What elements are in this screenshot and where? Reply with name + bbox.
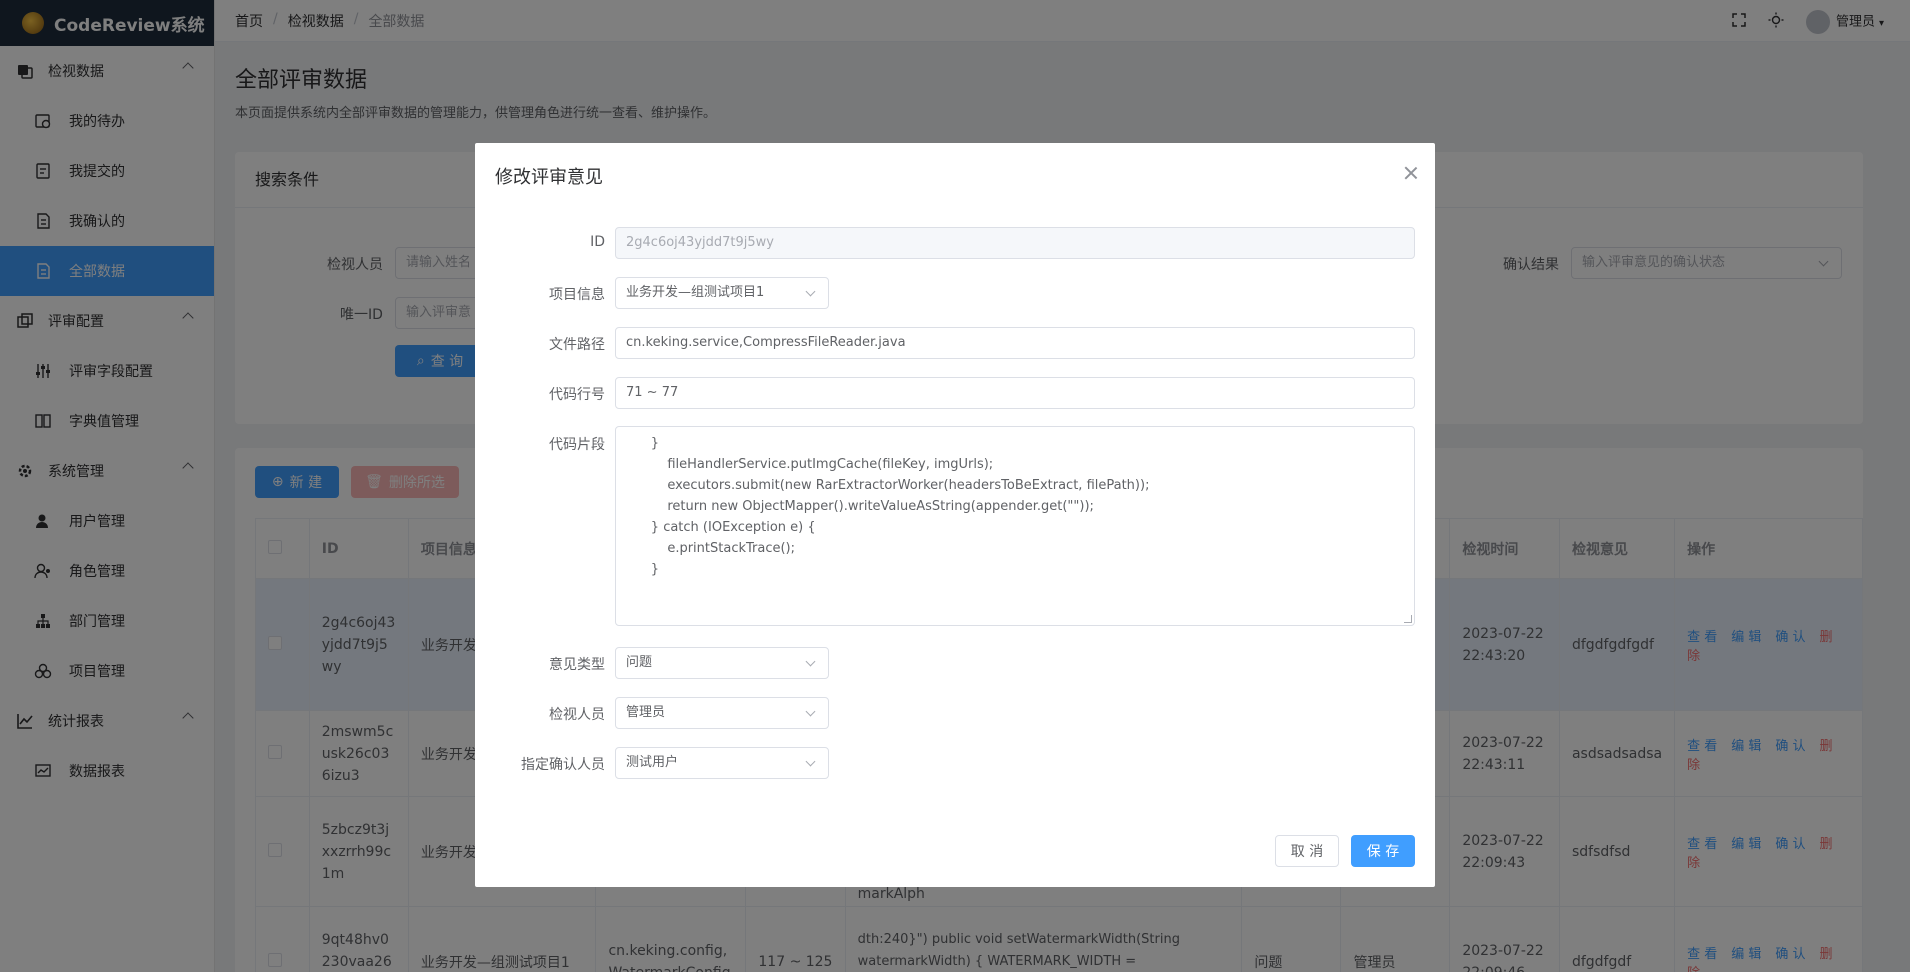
cancel-button[interactable]: 取 消 xyxy=(1275,835,1339,867)
code-snippet-label: 代码片段 xyxy=(549,437,605,453)
id-label: ID xyxy=(590,234,605,250)
opinion-type-label: 意见类型 xyxy=(549,657,605,673)
project-label: 项目信息 xyxy=(549,287,605,303)
confirmer-label: 指定确认人员 xyxy=(521,757,605,773)
chevron-down-icon xyxy=(805,706,816,717)
line-range-input[interactable]: 71 ~ 77 xyxy=(615,377,1415,409)
dialog-title: 修改评审意见 xyxy=(495,167,603,188)
confirmer-select[interactable]: 测试用户 xyxy=(615,747,829,779)
file-path-input[interactable]: cn.keking.service,CompressFileReader.jav… xyxy=(615,327,1415,359)
resize-handle-icon[interactable] xyxy=(1404,615,1412,623)
chevron-down-icon xyxy=(805,656,816,667)
id-field: 2g4c6oj43yjdd7t9j5wy xyxy=(615,227,1415,259)
chevron-down-icon xyxy=(805,286,816,297)
project-select[interactable]: 业务开发—组测试项目1 xyxy=(615,277,829,309)
line-range-label: 代码行号 xyxy=(549,387,605,403)
file-path-label: 文件路径 xyxy=(549,337,605,353)
chevron-down-icon xyxy=(805,756,816,767)
reviewer-label: 检视人员 xyxy=(549,707,605,723)
code-snippet-textarea[interactable]: } fileHandlerService.putImgCache(fileKey… xyxy=(615,426,1415,626)
edit-opinion-dialog: 修改评审意见 ID 2g4c6oj43yjdd7t9j5wy 项目信息 业务开发… xyxy=(475,143,1435,887)
reviewer-select[interactable]: 管理员 xyxy=(615,697,829,729)
save-button[interactable]: 保 存 xyxy=(1351,835,1415,867)
opinion-type-select[interactable]: 问题 xyxy=(615,647,829,679)
close-icon[interactable] xyxy=(1403,165,1419,181)
